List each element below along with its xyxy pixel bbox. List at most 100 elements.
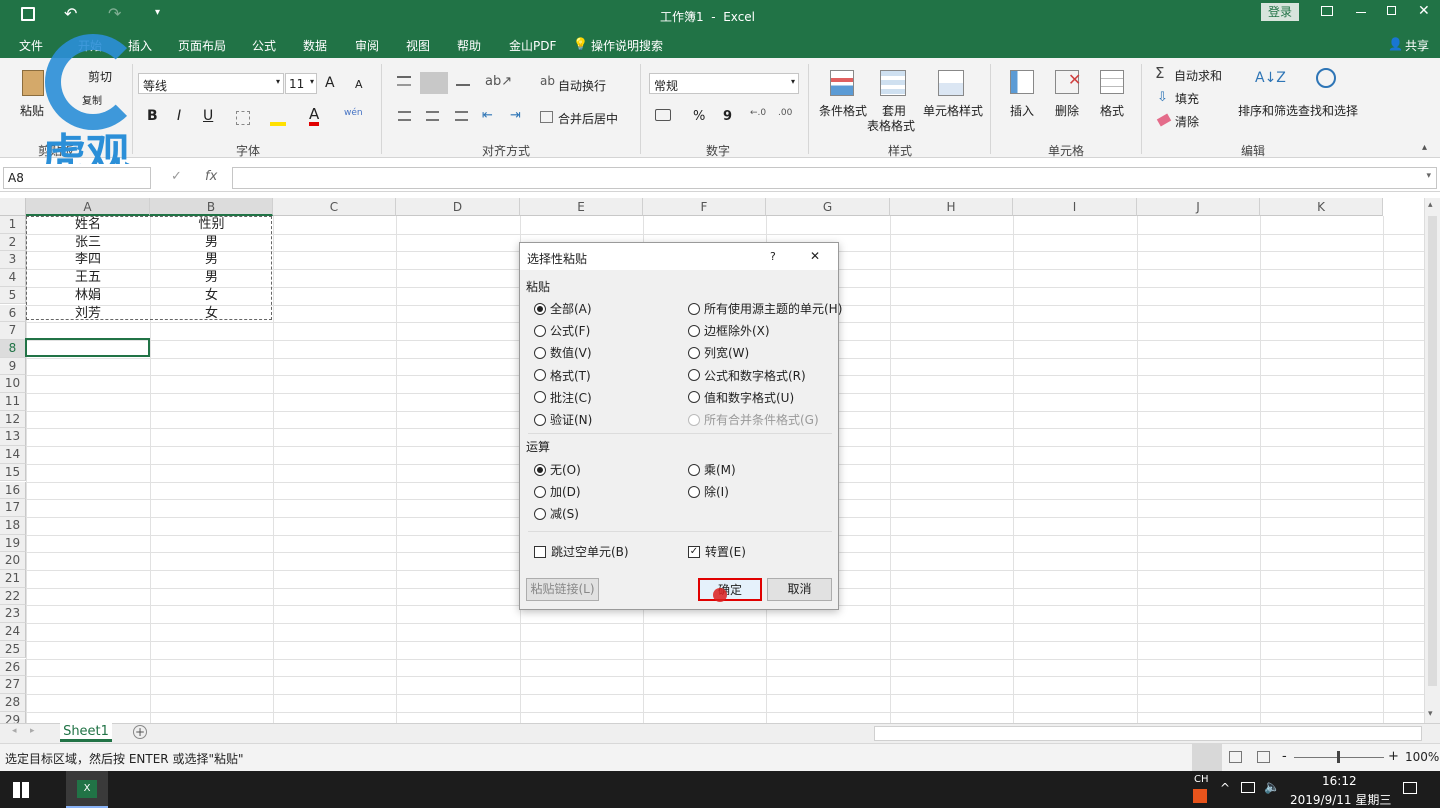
column-header-j[interactable]: J <box>1137 198 1260 216</box>
page-layout-view-icon[interactable] <box>1229 751 1242 763</box>
column-header-b[interactable]: B <box>150 198 273 216</box>
row-header-19[interactable]: 19 <box>0 534 26 553</box>
notification-icon[interactable] <box>1403 782 1417 794</box>
phonetic-button[interactable]: wén <box>344 108 363 118</box>
add-sheet-icon[interactable]: + <box>133 725 147 739</box>
sogou-icon[interactable] <box>1193 789 1207 803</box>
tab-formulas[interactable]: 公式 <box>252 37 276 54</box>
column-header-g[interactable]: G <box>766 198 890 216</box>
tray-overflow-icon[interactable]: ^ <box>1220 781 1230 795</box>
row-header-12[interactable]: 12 <box>0 410 26 429</box>
column-header-e[interactable]: E <box>520 198 643 216</box>
align-bottom-icon[interactable] <box>456 76 470 86</box>
clock-date[interactable]: 2019/9/11 星期三 <box>1290 791 1391 808</box>
windows-start-icon[interactable] <box>13 782 29 798</box>
row-header-5[interactable]: 5 <box>0 286 26 305</box>
column-header-h[interactable]: H <box>890 198 1013 216</box>
paste-option-2[interactable]: 数值(V) <box>534 344 592 361</box>
column-header-a[interactable]: A <box>26 198 150 216</box>
column-header-f[interactable]: F <box>643 198 766 216</box>
increase-decimal-icon[interactable]: ←.0 <box>750 108 766 118</box>
align-center-icon[interactable] <box>426 111 439 121</box>
row-header-16[interactable]: 16 <box>0 481 26 500</box>
align-middle-icon[interactable] <box>420 72 448 94</box>
paste-option-4[interactable]: 批注(C) <box>534 389 592 406</box>
format-cells-button[interactable]: 格式 <box>1100 102 1124 119</box>
formula-input[interactable]: ▾ <box>232 167 1437 189</box>
undo-icon[interactable]: ↶ <box>64 4 77 23</box>
ok-button[interactable]: 确定 <box>698 578 762 601</box>
currency-icon[interactable] <box>655 109 671 121</box>
cancel-button[interactable]: 取消 <box>767 578 832 601</box>
operation-alt-option-0[interactable]: 乘(M) <box>688 461 736 478</box>
share-button[interactable]: 共享 <box>1405 37 1429 54</box>
column-header-i[interactable]: I <box>1013 198 1137 216</box>
select-all-corner[interactable] <box>0 198 26 216</box>
row-header-17[interactable]: 17 <box>0 499 26 517</box>
align-right-icon[interactable] <box>455 111 468 121</box>
volume-icon[interactable]: 🔈 <box>1264 780 1280 795</box>
redo-icon[interactable]: ↷ <box>108 4 121 23</box>
paste-alt-option-4[interactable]: 值和数字格式(U) <box>688 389 794 406</box>
decrease-indent-icon[interactable]: ⇤ <box>482 108 493 123</box>
row-header-8[interactable]: 8 <box>0 339 26 358</box>
dialog-help-button[interactable]: ? <box>770 250 776 263</box>
zoom-slider-thumb[interactable] <box>1337 751 1340 763</box>
autosum-icon[interactable]: Σ <box>1155 64 1164 82</box>
cell-styles-icon[interactable] <box>938 70 964 96</box>
minimize-icon[interactable] <box>1356 12 1366 13</box>
dialog-close-button[interactable]: ✕ <box>810 249 820 263</box>
tab-data[interactable]: 数据 <box>303 37 327 54</box>
format-cells-icon[interactable] <box>1100 70 1124 94</box>
confirm-icon[interactable]: ✓ <box>171 169 182 184</box>
customize-qat-icon[interactable]: ▾ <box>155 7 160 18</box>
horizontal-scrollbar[interactable] <box>874 726 1422 741</box>
page-break-view-icon[interactable] <box>1257 751 1270 763</box>
font-name-select[interactable]: 等线 ▾ <box>138 73 284 94</box>
row-header-28[interactable]: 28 <box>0 693 26 712</box>
decrease-decimal-icon[interactable]: .00 <box>778 108 792 118</box>
clear-icon[interactable] <box>1156 113 1172 127</box>
tab-page-layout[interactable]: 页面布局 <box>178 37 226 54</box>
row-header-4[interactable]: 4 <box>0 269 26 287</box>
paste-alt-option-0[interactable]: 所有使用源主题的单元(H) <box>688 300 842 317</box>
format-as-table-icon[interactable] <box>880 70 906 96</box>
row-header-10[interactable]: 10 <box>0 375 26 393</box>
sort-filter-button[interactable]: 排序和筛选 <box>1238 102 1298 119</box>
name-box[interactable]: A8 <box>3 167 151 189</box>
fill-icon[interactable]: ⇩ <box>1157 90 1168 105</box>
underline-button[interactable]: U <box>203 108 213 124</box>
row-header-9[interactable]: 9 <box>0 357 26 376</box>
tab-kingsoft-pdf[interactable]: 金山PDF <box>509 37 556 54</box>
tab-help[interactable]: 帮助 <box>457 37 481 54</box>
row-header-22[interactable]: 22 <box>0 587 26 606</box>
cell-styles-button[interactable]: 单元格样式 <box>923 102 983 119</box>
vertical-scrollbar[interactable]: ▴ ▾ <box>1424 198 1440 723</box>
wrap-text-icon[interactable]: ab <box>540 74 555 88</box>
row-header-1[interactable]: 1 <box>0 216 26 234</box>
insert-function-button[interactable]: fx <box>205 169 217 184</box>
row-header-29[interactable]: 29 <box>0 711 26 723</box>
row-header-27[interactable]: 27 <box>0 676 26 694</box>
merge-center-icon[interactable] <box>540 111 553 123</box>
increase-font-button[interactable]: A <box>325 75 335 91</box>
tab-review[interactable]: 审阅 <box>355 37 379 54</box>
row-header-3[interactable]: 3 <box>0 251 26 270</box>
ribbon-display-icon[interactable] <box>1321 6 1333 16</box>
row-header-24[interactable]: 24 <box>0 623 26 641</box>
row-header-18[interactable]: 18 <box>0 516 26 535</box>
row-header-23[interactable]: 23 <box>0 605 26 624</box>
conditional-format-icon[interactable] <box>830 70 854 96</box>
normal-view-icon[interactable] <box>1192 744 1222 771</box>
conditional-format-button[interactable]: 条件格式 <box>819 102 867 119</box>
row-header-15[interactable]: 15 <box>0 463 26 482</box>
operation-alt-option-1[interactable]: 除(I) <box>688 483 729 500</box>
number-format-select[interactable]: 常规 ▾ <box>649 73 799 94</box>
paste-option-0[interactable]: 全部(A) <box>534 300 592 317</box>
operation-option-0[interactable]: 无(O) <box>534 461 581 478</box>
wrap-text-button[interactable]: 自动换行 <box>558 77 606 94</box>
tell-me-search[interactable]: 操作说明搜索 <box>591 37 663 54</box>
scroll-down-icon[interactable]: ▾ <box>1428 709 1433 719</box>
font-color-button[interactable]: A <box>309 106 320 126</box>
orientation-icon[interactable]: ab↗ <box>485 74 512 89</box>
